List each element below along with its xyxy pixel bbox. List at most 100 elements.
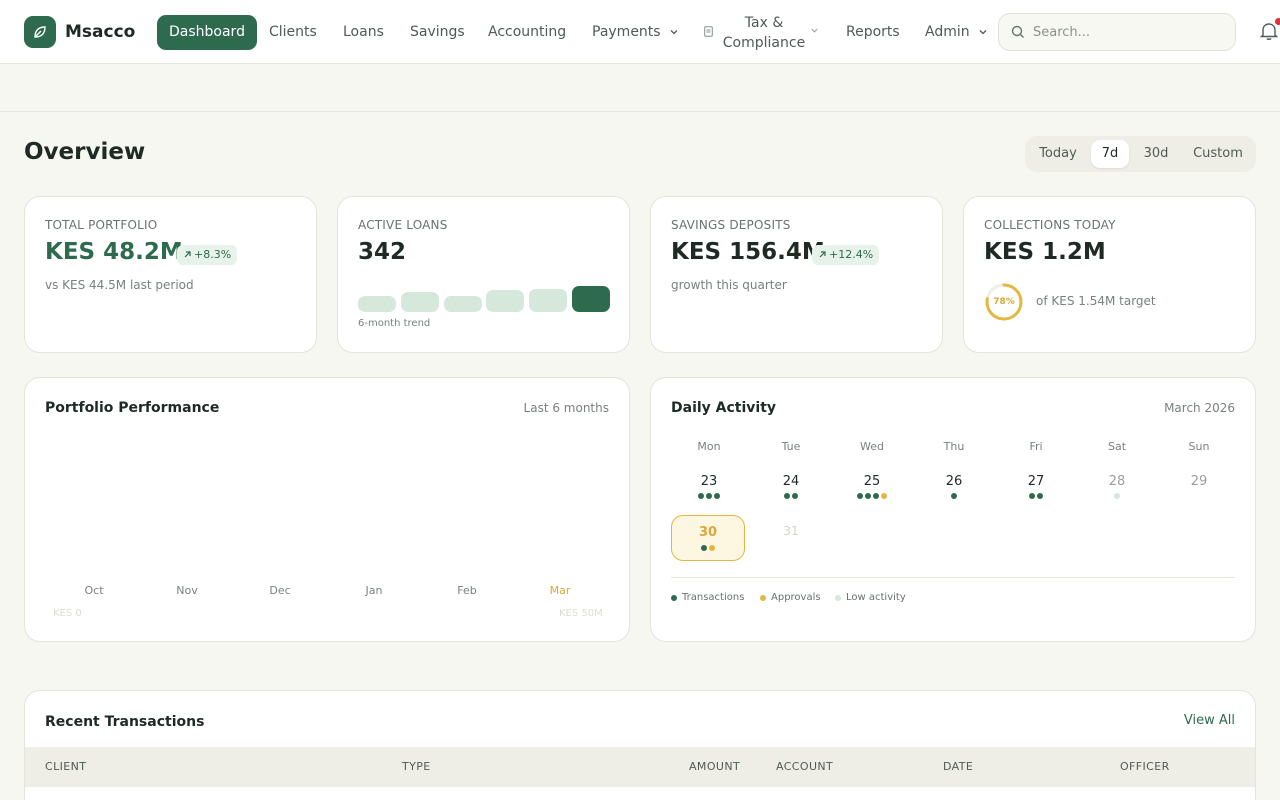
- sparkline-caption: 6-month trend: [358, 318, 431, 329]
- column-header[interactable]: TYPE: [402, 760, 431, 773]
- activity-dots: [1006, 493, 1066, 499]
- nav-reports[interactable]: Reports: [846, 15, 900, 50]
- card-title: Recent Transactions: [45, 714, 205, 730]
- column-header[interactable]: OFFICER: [1120, 760, 1170, 773]
- change-value: +8.3%: [194, 248, 232, 261]
- legend-dot: [835, 595, 841, 601]
- month-label: Dec: [269, 584, 291, 597]
- stat-value: KES 156.4M: [671, 239, 825, 265]
- search-input[interactable]: [1033, 22, 1223, 42]
- arrow-up-right-icon: [184, 251, 191, 258]
- legend-label: Approvals: [771, 592, 821, 603]
- activity-dots: [924, 493, 984, 499]
- activity-dot: [1114, 493, 1120, 499]
- axis-max-label: KES 50M: [559, 608, 603, 619]
- calendar-day[interactable]: 28: [1087, 474, 1147, 489]
- activity-dots: [761, 493, 821, 499]
- card-period: Last 6 months: [523, 401, 609, 415]
- stat-value: KES 48.2M: [45, 239, 183, 265]
- nav-clients[interactable]: Clients: [269, 15, 317, 50]
- activity-dot: [706, 493, 712, 499]
- legend-dot: [671, 595, 677, 601]
- chevron-down-icon: [670, 30, 678, 35]
- nav-savings[interactable]: Savings: [410, 15, 465, 50]
- calendar-day[interactable]: 26: [924, 474, 984, 489]
- page-title: Overview: [24, 139, 146, 165]
- stat-subtext: of KES 1.54M target: [1036, 294, 1156, 308]
- view-all-link[interactable]: View All: [1184, 713, 1235, 728]
- weekday-label: Sat: [1107, 440, 1127, 453]
- notification-badge: [1275, 18, 1280, 25]
- month-label: Jan: [365, 584, 383, 597]
- nav-accounting[interactable]: Accounting: [488, 15, 566, 50]
- change-value: +12.4%: [829, 248, 874, 261]
- activity-dots: [678, 545, 738, 551]
- range-30d[interactable]: 30d: [1135, 140, 1177, 168]
- activity-dot: [881, 493, 887, 499]
- legend-low-activity: Low activity: [835, 592, 906, 603]
- change-badge: +8.3%: [177, 245, 238, 265]
- leaf-icon: [24, 16, 56, 48]
- nav-dashboard[interactable]: Dashboard: [157, 15, 257, 50]
- stat-card-loans: ACTIVE LOANS 342 6-month trend: [337, 196, 630, 353]
- calendar-day[interactable]: 23: [679, 474, 739, 489]
- collections-progress-ring: 78%: [984, 282, 1024, 322]
- range-7d[interactable]: 7d: [1091, 140, 1129, 168]
- column-header[interactable]: AMOUNT: [689, 760, 740, 773]
- calendar-day[interactable]: 24: [761, 474, 821, 489]
- calendar-day[interactable]: 31: [761, 524, 821, 538]
- weekday-label: Sun: [1188, 440, 1210, 453]
- search-box: [998, 13, 1236, 51]
- stat-card-portfolio: TOTAL PORTFOLIO KES 48.2M +8.3% vs KES 4…: [24, 196, 317, 353]
- column-header[interactable]: CLIENT: [45, 760, 86, 773]
- stat-label: COLLECTIONS TODAY: [984, 218, 1116, 232]
- activity-dot: [1029, 493, 1035, 499]
- card-title: Portfolio Performance: [45, 400, 220, 416]
- activity-dot: [784, 493, 790, 499]
- stat-subtext: vs KES 44.5M last period: [45, 278, 194, 292]
- range-custom[interactable]: Custom: [1185, 140, 1251, 168]
- activity-dots: [842, 493, 902, 499]
- nav-payments[interactable]: Payments: [592, 15, 679, 50]
- activity-dot: [951, 493, 957, 499]
- activity-dot: [865, 493, 871, 499]
- calendar-month: March 2026: [1164, 401, 1235, 415]
- calendar-day[interactable]: 25: [842, 474, 902, 489]
- legend-label: Low activity: [846, 592, 906, 603]
- sparkline-bar: [358, 296, 396, 312]
- activity-dots: [1087, 493, 1147, 499]
- activity-dot: [792, 493, 798, 499]
- month-label-current: Mar: [549, 584, 571, 597]
- weekday-label: Wed: [860, 440, 884, 453]
- sparkline-bar: [443, 296, 482, 312]
- chevron-down-icon: [811, 28, 818, 33]
- range-today[interactable]: Today: [1029, 140, 1087, 168]
- progress-percent: 78%: [993, 297, 1015, 307]
- calendar-day-today[interactable]: 30: [678, 525, 738, 540]
- nav-loans[interactable]: Loans: [343, 15, 384, 50]
- activity-dot: [1037, 493, 1043, 499]
- nav-admin[interactable]: Admin: [925, 15, 988, 50]
- brand[interactable]: Msacco: [24, 16, 135, 48]
- sparkline-bar: [400, 292, 439, 312]
- weekday-label: Fri: [1029, 440, 1043, 453]
- weekday-label: Tue: [781, 440, 801, 453]
- sparkline-bar: [486, 290, 525, 312]
- activity-dot: [709, 545, 715, 551]
- calendar-day[interactable]: 27: [1006, 474, 1066, 489]
- column-header[interactable]: ACCOUNT: [776, 760, 833, 773]
- stat-card-savings: SAVINGS DEPOSITS KES 156.4M +12.4% growt…: [650, 196, 943, 353]
- nav-payments-label: Payments: [592, 24, 661, 40]
- month-label: Oct: [84, 584, 104, 597]
- table-header: CLIENT TYPE AMOUNT ACCOUNT DATE OFFICER: [25, 747, 1255, 787]
- calendar-day[interactable]: 29: [1169, 474, 1229, 489]
- column-header[interactable]: DATE: [943, 760, 973, 773]
- nav-tax-compliance[interactable]: Tax & Compliance: [704, 12, 818, 52]
- nav-tax-label: Tax & Compliance: [722, 15, 806, 51]
- chevron-down-icon: [979, 30, 987, 35]
- loan-trend-sparkline: [358, 286, 610, 312]
- activity-dot: [873, 493, 879, 499]
- weekday-label: Mon: [697, 440, 721, 453]
- portfolio-performance-card: Portfolio Performance Last 6 months Oct …: [24, 377, 630, 642]
- legend-dot: [760, 595, 766, 601]
